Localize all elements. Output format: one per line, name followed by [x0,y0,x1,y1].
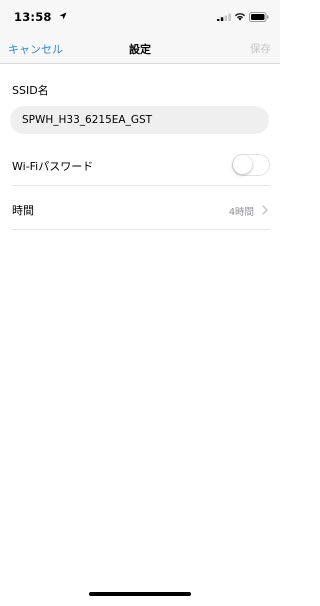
wifi-icon [235,13,245,21]
status-time: 13:58 [14,10,52,24]
status-bar: 13:58 [0,0,280,34]
ssid-label: SSID名 [12,84,49,97]
duration-row[interactable]: 時間 4時間 [12,190,270,230]
wifi-password-toggle[interactable] [232,154,270,176]
navigation-bar: キャンセル 設定 保存 [0,34,280,64]
home-indicator [89,592,191,596]
cellular-signal-icon [217,13,231,21]
page-title: 設定 [129,43,151,56]
wifi-password-label: Wi-Fiパスワード [12,160,94,173]
duration-value: 4時間 [228,207,254,218]
wifi-password-row: Wi-Fiパスワード [12,146,270,186]
battery-icon [249,12,269,22]
duration-label: 時間 [12,204,34,217]
location-arrow-icon [59,12,67,20]
save-button[interactable]: 保存 [250,41,271,56]
toggle-knob [233,155,252,174]
ssid-input[interactable]: SPWH_H33_6215EA_GST [10,106,269,134]
chevron-right-icon [262,205,268,215]
